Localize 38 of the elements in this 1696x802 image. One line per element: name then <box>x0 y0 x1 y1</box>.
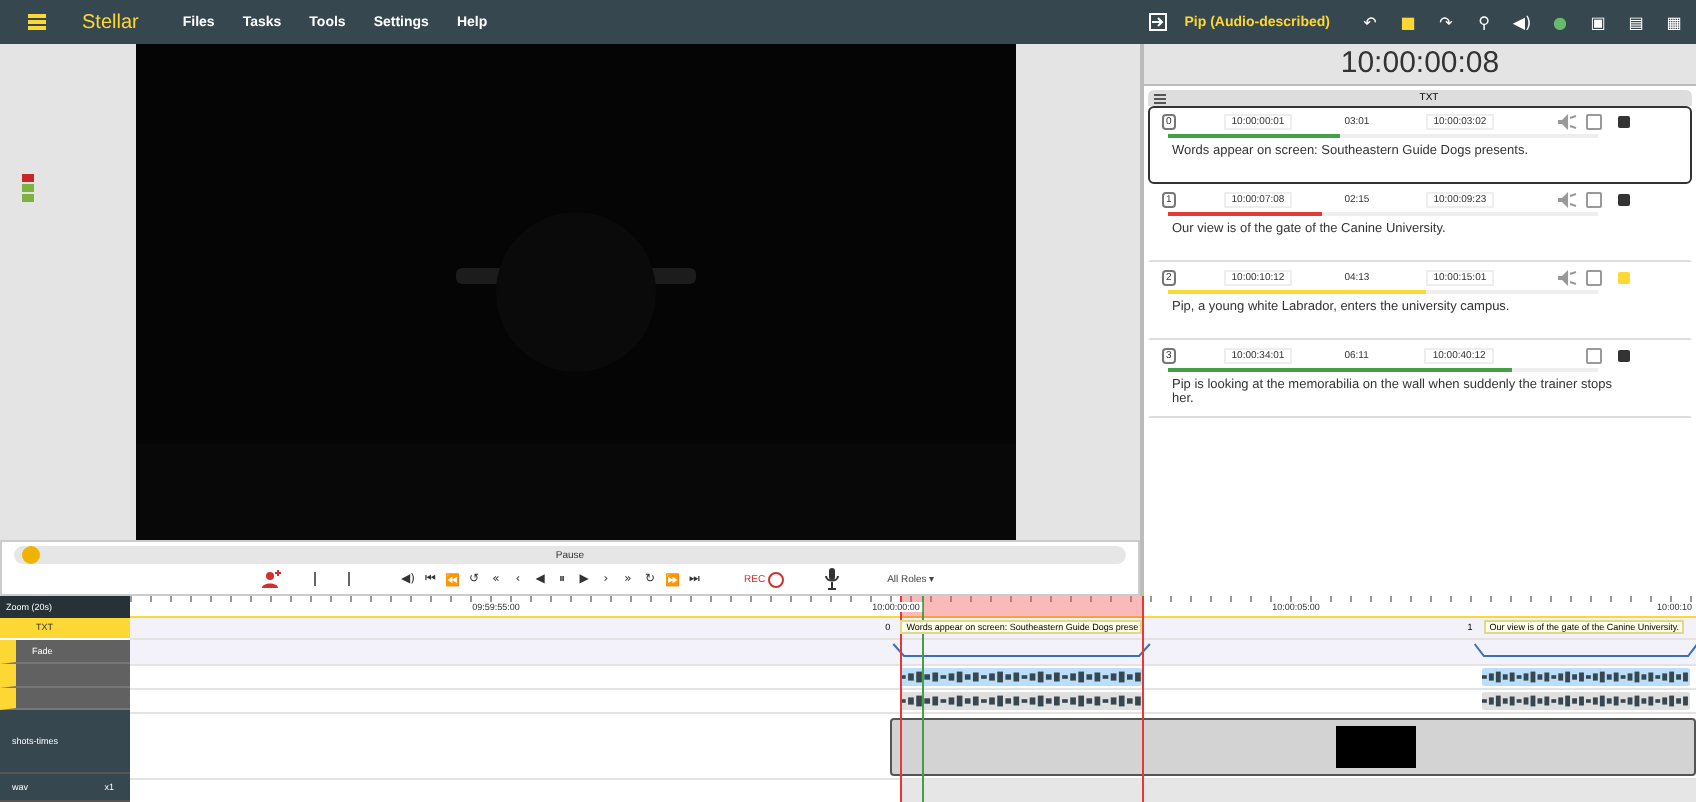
toolbar-button[interactable]: ■ <box>1398 13 1418 31</box>
timecode-display: 10:00:00:08 <box>1144 44 1696 86</box>
level-meter <box>22 174 34 202</box>
microphone-icon[interactable] <box>823 568 840 590</box>
waveform-drawing[interactable] <box>1481 668 1690 686</box>
menu-icon[interactable] <box>28 14 46 30</box>
waveform-drawing[interactable] <box>899 668 1143 686</box>
shot-thumbnail <box>1335 726 1416 768</box>
speaker-icon[interactable] <box>1558 192 1579 208</box>
speaker-icon[interactable] <box>1558 114 1579 130</box>
in-marker-icon[interactable] <box>314 572 316 586</box>
add-person-icon[interactable] <box>262 570 282 588</box>
checkbox[interactable] <box>1586 192 1603 208</box>
progress-handle[interactable] <box>21 546 40 564</box>
toolbar-button[interactable]: ▦ <box>1664 13 1684 31</box>
shot-strip[interactable] <box>889 718 1696 776</box>
waveform-drawing[interactable] <box>1481 692 1690 710</box>
status-icon[interactable] <box>1618 116 1631 128</box>
speaker-icon[interactable] <box>1558 270 1579 286</box>
out-marker-icon[interactable] <box>348 572 350 586</box>
toolbar-button[interactable]: ▣ <box>1588 13 1608 31</box>
menu-icon[interactable] <box>1154 93 1166 103</box>
track-header[interactable] <box>0 687 130 711</box>
waveform-drawing[interactable] <box>899 692 1143 710</box>
checkbox[interactable] <box>1586 270 1603 286</box>
checkbox[interactable] <box>1585 348 1602 364</box>
checkbox[interactable] <box>1586 114 1603 130</box>
toolbar-button[interactable]: ◀) <box>1512 13 1532 31</box>
toolbar-button[interactable]: ↷ <box>1436 13 1456 31</box>
toolbar-button[interactable]: ● <box>1550 13 1570 31</box>
toolbar-button[interactable]: ▤ <box>1626 13 1646 31</box>
status-icon[interactable] <box>1617 350 1630 362</box>
toolbar-button[interactable]: ⚲ <box>1474 13 1494 31</box>
track-header[interactable] <box>0 664 130 688</box>
toolbar-button[interactable]: ↶ <box>1360 13 1380 31</box>
import-icon[interactable] <box>1148 12 1169 32</box>
app-logo: Stellar <box>82 11 139 33</box>
status-icon[interactable] <box>1618 194 1631 206</box>
